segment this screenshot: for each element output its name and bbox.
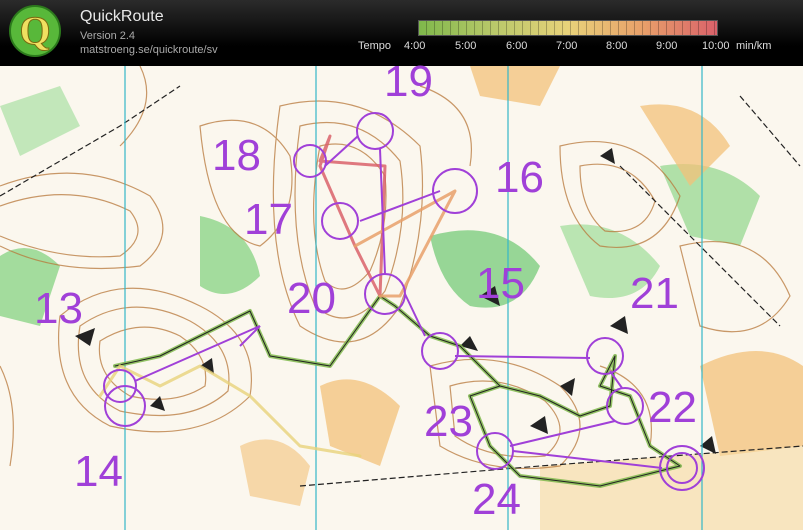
pace-tick: 6:00: [506, 40, 528, 52]
control-number-18: 18: [212, 131, 261, 180]
control-number-16: 16: [495, 153, 544, 202]
pace-tick: 4:00: [404, 40, 426, 52]
control-circle-20: [364, 273, 406, 315]
pace-tick: 9:00: [656, 40, 678, 52]
control-number-23: 23: [424, 397, 473, 446]
control-number-24: 24: [472, 475, 521, 524]
pace-scale-label: Tempo: [358, 40, 392, 52]
control-number-21: 21: [630, 269, 679, 318]
control-number-19: 19: [384, 57, 433, 106]
control-number-13: 13: [34, 284, 83, 333]
app-title: QuickRoute: [80, 8, 164, 25]
quickroute-logo: Q: [9, 5, 61, 57]
control-number-17: 17: [244, 195, 293, 244]
pace-tick: 5:00: [455, 40, 477, 52]
pace-color-scale: [418, 20, 718, 36]
control-number-22: 22: [648, 383, 697, 432]
control-number-20: 20: [287, 274, 336, 323]
app-version: Version 2.4: [80, 30, 136, 42]
orienteering-map[interactable]: 13 14 15 16 17 18 19 20 21 22 23 24: [0, 60, 803, 530]
pace-tick: 10:00: [702, 40, 730, 52]
app-url-link[interactable]: matstroeng.se/quickroute/sv: [80, 44, 218, 56]
course-overprint: [103, 112, 705, 491]
control-circle-19: [356, 112, 394, 150]
quickroute-window: Q QuickRoute Version 2.4 matstroeng.se/q…: [0, 0, 803, 530]
control-number-14: 14: [74, 447, 123, 496]
pace-unit: min/km: [736, 40, 772, 52]
control-number-15: 15: [476, 259, 525, 308]
logo-letter: Q: [19, 8, 50, 53]
pace-tick: 7:00: [556, 40, 578, 52]
pace-tick: 8:00: [606, 40, 628, 52]
control-circle-21: [586, 337, 624, 375]
